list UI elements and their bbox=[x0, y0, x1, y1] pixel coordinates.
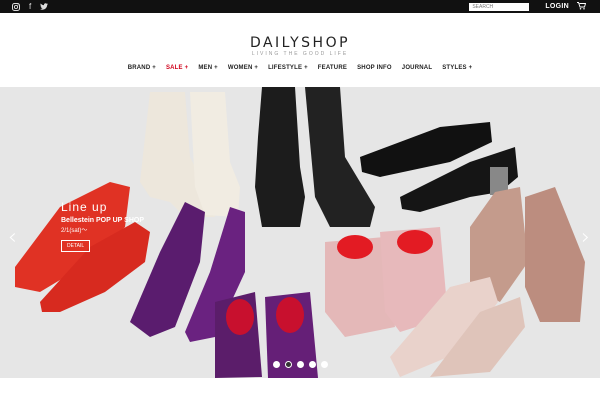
site-logo[interactable]: DAILYSHOP LIVING THE GOOD LIFE bbox=[0, 35, 600, 57]
cart-icon[interactable] bbox=[577, 1, 587, 12]
twitter-icon[interactable] bbox=[40, 3, 49, 10]
search-input[interactable] bbox=[469, 2, 530, 11]
social-links: f bbox=[0, 2, 49, 11]
site-header: DAILYSHOP LIVING THE GOOD LIFE BRAND + S… bbox=[0, 13, 600, 87]
slider-dot-3[interactable] bbox=[296, 361, 304, 368]
logo-tagline: LIVING THE GOOD LIFE bbox=[251, 51, 349, 57]
nav-item-journal[interactable]: JOURNAL bbox=[402, 65, 432, 71]
hero-slider: ‹ › Line up Bellestein POP UP SHOP 2/1(s… bbox=[0, 87, 600, 378]
nav-item-feature[interactable]: FEATURE bbox=[318, 65, 347, 71]
slide-date: 2/1(sat)〜 bbox=[61, 228, 88, 234]
nav-item-women[interactable]: WOMEN + bbox=[228, 65, 258, 71]
slider-dot-5[interactable] bbox=[320, 361, 328, 368]
slide-caption: Line up Bellestein POP UP SHOP 2/1(sat)〜… bbox=[61, 200, 144, 252]
main-nav: BRAND + SALE + MEN + WOMEN + LIFESTYLE +… bbox=[0, 65, 600, 71]
chevron-right-icon[interactable]: › bbox=[581, 225, 590, 250]
topbar-right: LOGIN bbox=[469, 0, 587, 13]
slider-dot-2[interactable] bbox=[284, 361, 292, 368]
top-bar: f LOGIN bbox=[0, 0, 600, 13]
slide-detail-button[interactable]: DETAIL bbox=[61, 240, 91, 252]
slider-dot-4[interactable] bbox=[308, 361, 316, 368]
instagram-icon[interactable] bbox=[12, 2, 20, 11]
chevron-left-icon[interactable]: ‹ bbox=[8, 225, 17, 250]
slide-subtitle: Bellestein POP UP SHOP bbox=[61, 217, 144, 224]
nav-item-styles[interactable]: STYLES + bbox=[442, 65, 472, 71]
nav-item-shop-info[interactable]: SHOP INFO bbox=[357, 65, 392, 71]
slide-title: Line up bbox=[61, 200, 108, 214]
facebook-icon[interactable]: f bbox=[29, 2, 31, 11]
slider-dot-1[interactable] bbox=[272, 361, 280, 368]
nav-item-men[interactable]: MEN + bbox=[198, 65, 218, 71]
logo-name: DAILYSHOP bbox=[249, 35, 351, 51]
nav-item-lifestyle[interactable]: LIFESTYLE + bbox=[268, 65, 308, 71]
nav-item-sale[interactable]: SALE + bbox=[166, 65, 188, 71]
nav-item-brand[interactable]: BRAND + bbox=[128, 65, 156, 71]
login-link[interactable]: LOGIN bbox=[545, 3, 569, 10]
slider-dots bbox=[0, 361, 600, 368]
